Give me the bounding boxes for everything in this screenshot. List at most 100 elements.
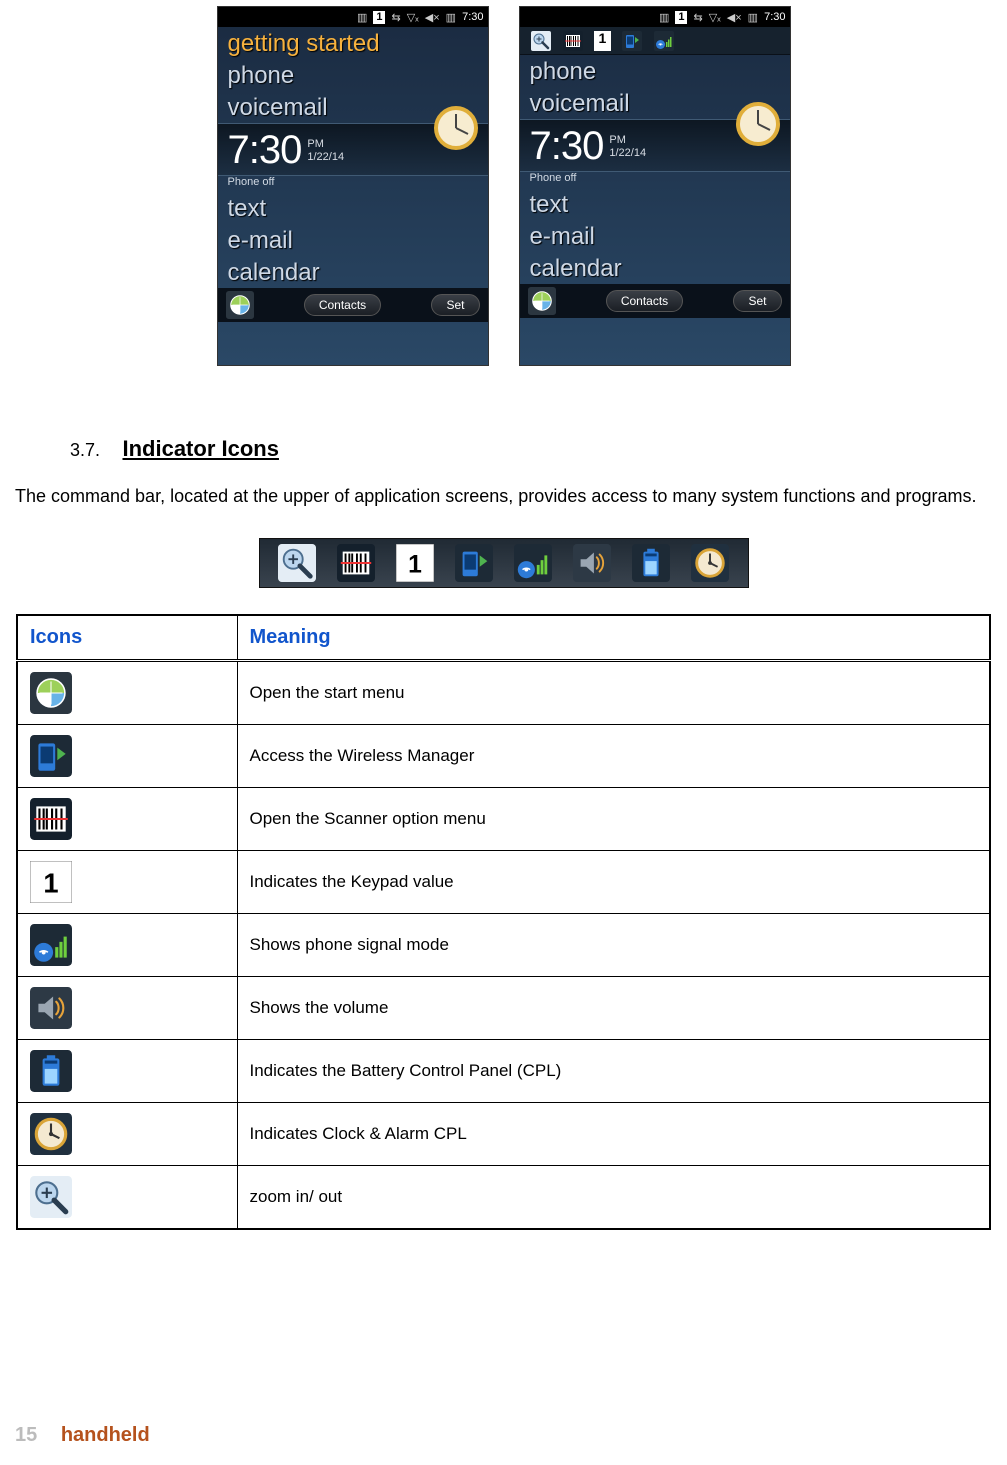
page-number: 15: [15, 1424, 37, 1446]
volume-icon[interactable]: [573, 544, 611, 582]
meaning-cell: Open the start menu: [237, 661, 990, 725]
no-signal-icon: ▽ₓ: [407, 11, 419, 24]
home-item-email[interactable]: e-mail: [520, 220, 790, 252]
home-item-calendar[interactable]: calendar: [520, 252, 790, 284]
meaning-cell: Shows the volume: [237, 977, 990, 1040]
table-row: Indicates the Keypad value: [17, 851, 990, 914]
wireless-icon[interactable]: [621, 31, 643, 51]
meaning-cell: Indicates the Battery Control Panel (CPL…: [237, 1040, 990, 1103]
clock-face-icon: [736, 102, 780, 146]
softkey-set[interactable]: Set: [733, 290, 781, 312]
clock-date: 1/22/14: [609, 147, 646, 160]
clock-ampm: PM: [609, 134, 646, 147]
start-icon[interactable]: [226, 291, 254, 319]
meaning-cell: Open the Scanner option menu: [237, 788, 990, 851]
home-item-text[interactable]: text: [218, 192, 488, 224]
clock-date: 1/22/14: [307, 151, 344, 164]
keypad-icon[interactable]: [396, 544, 434, 582]
mute-icon: ◀×: [727, 11, 742, 24]
zoom-icon: [30, 1176, 72, 1218]
section-heading: 3.7. Indicator Icons: [15, 436, 992, 462]
clock-panel[interactable]: 7:30 PM 1/22/14: [218, 123, 488, 176]
phone-screenshot-right: ▥ 1 ⇆ ▽ₓ ◀× ▥ 7:30 1 phone voicemail 7:3…: [519, 6, 791, 366]
start-icon[interactable]: [528, 287, 556, 315]
table-row: Shows phone signal mode: [17, 914, 990, 977]
meaning-cell: Indicates the Keypad value: [237, 851, 990, 914]
signal-icon[interactable]: [653, 31, 675, 51]
meaning-cell: Indicates Clock & Alarm CPL: [237, 1103, 990, 1166]
icon-cell: [17, 661, 237, 725]
scanner-icon[interactable]: [562, 31, 584, 51]
section-title: Indicator Icons: [122, 436, 278, 462]
clock-face-icon: [434, 106, 478, 150]
start-icon: [30, 672, 72, 714]
table-row: Shows the volume: [17, 977, 990, 1040]
table-row: Open the start menu: [17, 661, 990, 725]
barcode-icon: ▥: [357, 11, 367, 24]
table-row: Indicates the Battery Control Panel (CPL…: [17, 1040, 990, 1103]
battery-icon: ▥: [748, 11, 758, 24]
clock-time: 7:30: [228, 128, 302, 173]
clock-ampm: PM: [307, 138, 344, 151]
phone-status-label: Phone off: [520, 172, 790, 188]
icon-cell: [17, 851, 237, 914]
status-bar: ▥ 1 ⇆ ▽ₓ ◀× ▥ 7:30: [520, 7, 790, 27]
command-bar: 1: [520, 27, 790, 55]
home-item-email[interactable]: e-mail: [218, 224, 488, 256]
wireless-icon[interactable]: [455, 544, 493, 582]
clock-icon[interactable]: [691, 544, 729, 582]
meaning-cell: zoom in/ out: [237, 1166, 990, 1230]
table-head-meaning: Meaning: [237, 615, 990, 661]
phone-status-label: Phone off: [218, 176, 488, 192]
meaning-cell: Access the Wireless Manager: [237, 725, 990, 788]
icon-cell: [17, 788, 237, 851]
phone-screenshot-left: ▥ 1 ⇆ ▽ₓ ◀× ▥ 7:30 getting started phone…: [217, 6, 489, 366]
table-row: Indicates Clock & Alarm CPL: [17, 1103, 990, 1166]
zoom-icon[interactable]: [530, 31, 552, 51]
brand-name: handheld: [61, 1424, 150, 1446]
sync-icon: ⇆: [391, 11, 400, 24]
home-item-calendar[interactable]: calendar: [218, 256, 488, 288]
home-item-getting-started[interactable]: getting started: [218, 27, 488, 59]
home-item-phone[interactable]: phone: [218, 59, 488, 91]
signal-icon: [30, 924, 72, 966]
section-number: 3.7.: [70, 440, 100, 461]
keypad-icon[interactable]: 1: [594, 31, 612, 51]
softkey-bar: Contacts Set: [218, 288, 488, 322]
icons-table: Icons Meaning Open the start menuAccess …: [16, 614, 991, 1230]
section-body: The command bar, located at the upper of…: [15, 484, 992, 508]
icon-cell: [17, 1166, 237, 1230]
softkey-contacts[interactable]: Contacts: [304, 294, 381, 316]
icon-cell: [17, 1103, 237, 1166]
meaning-cell: Shows phone signal mode: [237, 914, 990, 977]
icon-cell: [17, 1040, 237, 1103]
barcode-icon: ▥: [659, 11, 669, 24]
clock-time: 7:30: [530, 124, 604, 169]
softkey-bar: Contacts Set: [520, 284, 790, 318]
status-time: 7:30: [764, 11, 785, 23]
scanner-icon[interactable]: [337, 544, 375, 582]
table-row: Access the Wireless Manager: [17, 725, 990, 788]
screenshots-row: ▥ 1 ⇆ ▽ₓ ◀× ▥ 7:30 getting started phone…: [15, 0, 992, 366]
icon-cell: [17, 725, 237, 788]
battery-icon[interactable]: [632, 544, 670, 582]
mute-icon: ◀×: [425, 11, 440, 24]
keypad-indicator: 1: [675, 11, 687, 24]
scanner-icon: [30, 798, 72, 840]
icon-cell: [17, 914, 237, 977]
home-item-text[interactable]: text: [520, 188, 790, 220]
page-footer: 15 handheld: [15, 1424, 150, 1447]
battery-icon: [30, 1050, 72, 1092]
sync-icon: ⇆: [693, 11, 702, 24]
home-item-phone[interactable]: phone: [520, 55, 790, 87]
keypad-icon: [30, 861, 72, 903]
softkey-contacts[interactable]: Contacts: [606, 290, 683, 312]
signal-icon[interactable]: [514, 544, 552, 582]
zoom-icon[interactable]: [278, 544, 316, 582]
softkey-set[interactable]: Set: [431, 294, 479, 316]
table-row: Open the Scanner option menu: [17, 788, 990, 851]
status-bar: ▥ 1 ⇆ ▽ₓ ◀× ▥ 7:30: [218, 7, 488, 27]
status-time: 7:30: [462, 11, 483, 23]
clock-panel[interactable]: 7:30 PM 1/22/14: [520, 119, 790, 172]
keypad-indicator: 1: [373, 11, 385, 24]
